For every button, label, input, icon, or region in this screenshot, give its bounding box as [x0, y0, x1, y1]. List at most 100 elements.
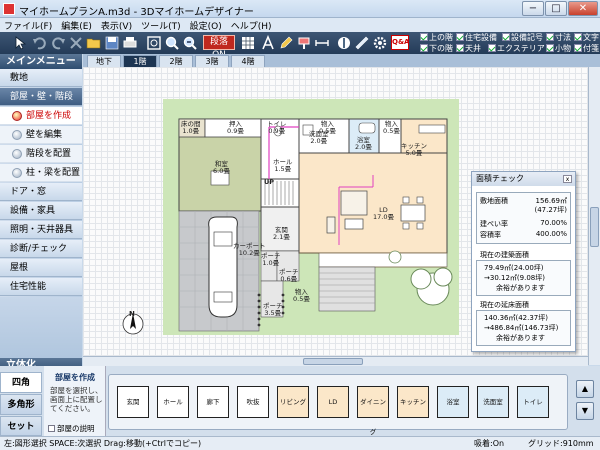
app-icon	[3, 3, 15, 15]
menu-view[interactable]: 表示(V)	[97, 18, 137, 32]
palette-washroom[interactable]: 洗面室	[477, 386, 509, 418]
sidebar-item-roof[interactable]: 屋根	[0, 259, 82, 277]
building-area-value: 79.49㎡(24.00坪)	[484, 264, 544, 272]
check-equipment[interactable]: 住宅設備	[456, 33, 497, 43]
palette-bathroom[interactable]: 浴室	[437, 386, 469, 418]
print-icon[interactable]	[122, 35, 138, 51]
pointer-icon[interactable]	[12, 35, 28, 51]
menu-tools[interactable]: ツール(T)	[137, 18, 186, 32]
room-label: 物入 0.5畳	[293, 288, 310, 303]
zoom-fit-icon[interactable]	[146, 35, 162, 51]
radio-icon	[12, 168, 22, 178]
vertical-scrollbar[interactable]	[588, 67, 600, 365]
room-label: 床の間 1.0畳	[181, 120, 201, 135]
sidebar-sub-create-room[interactable]: 部屋を作成	[0, 107, 82, 125]
palette-living[interactable]: リビング	[277, 386, 309, 418]
palette-entrance[interactable]: 玄関	[117, 386, 149, 418]
panel-close-button[interactable]: x	[563, 175, 572, 183]
grid-icon[interactable]	[240, 35, 256, 51]
dankaku-on-button[interactable]: 段落 ON	[203, 35, 235, 60]
sidebar-sub-edit-wall[interactable]: 壁を編集	[0, 126, 82, 144]
room-label: 物入 0.5畳	[383, 120, 400, 135]
palette-hall[interactable]: ホール	[157, 386, 189, 418]
sidebar-item-performance[interactable]: 住宅性能	[0, 278, 82, 296]
tab-floor-4[interactable]: 4階	[231, 55, 265, 67]
check-text[interactable]: 文字	[574, 33, 599, 43]
open-folder-icon[interactable]	[86, 35, 102, 51]
scroll-up-icon[interactable]: ▲	[576, 380, 594, 398]
ruler-icon[interactable]	[354, 35, 370, 51]
ld-area	[298, 152, 448, 254]
tab-floor-3[interactable]: 3階	[195, 55, 229, 67]
kitchen-counter-icon	[418, 124, 446, 134]
tab-floor-2[interactable]: 2階	[159, 55, 193, 67]
stair-up-label: UP	[264, 178, 275, 186]
sidebar-item-rooms-walls-stairs[interactable]: 部屋・壁・階段	[0, 88, 82, 106]
sidebar-item-equipment-furniture[interactable]: 設備・家具	[0, 202, 82, 220]
checkbox-checked-icon	[456, 44, 464, 52]
sidebar-sub-place-stairs[interactable]: 階段を配置	[0, 145, 82, 163]
check-lower-floor[interactable]: 下の階	[420, 44, 453, 54]
measure-icon[interactable]	[336, 35, 352, 51]
palette-corridor[interactable]: 廊下	[197, 386, 229, 418]
scroll-down-icon[interactable]: ▼	[576, 402, 594, 420]
palette-kitchen[interactable]: キッチン	[397, 386, 429, 418]
room-label: 和室 6.0畳	[213, 160, 230, 175]
minimize-button[interactable]: −	[522, 1, 544, 16]
room-description-checkbox[interactable]: 部屋の説明	[48, 423, 95, 434]
shape-tabs: 四角 多角形 セット	[0, 366, 42, 436]
status-hint: 左:図形選択 SPACE:次選択 Drag:移動(+Ctrlでコピー)	[4, 439, 202, 448]
sidebar-item-doors-windows[interactable]: ドア・窓	[0, 183, 82, 201]
save-icon[interactable]	[104, 35, 120, 51]
palette-atrium[interactable]: 吹抜	[237, 386, 269, 418]
coffee-table-icon	[344, 218, 364, 230]
qna-button[interactable]: Q&A	[391, 35, 409, 50]
undo-icon[interactable]	[32, 35, 48, 51]
close-button[interactable]: ✕	[568, 1, 598, 16]
panel-label: 敷地面積	[480, 197, 508, 205]
check-symbols[interactable]: 設備記号	[502, 33, 543, 43]
sidebar-sub-place-columns[interactable]: 柱・梁を配置	[0, 164, 82, 182]
sidebar-item-diagnosis[interactable]: 診断/チェック	[0, 240, 82, 258]
check-dimensions[interactable]: 寸法	[546, 33, 571, 43]
check-ceiling[interactable]: 天井	[456, 44, 481, 54]
text-icon[interactable]	[260, 35, 276, 51]
tab-floor-1[interactable]: 1階	[123, 55, 157, 67]
menu-edit[interactable]: 編集(E)	[57, 18, 97, 32]
menu-settings[interactable]: 設定(O)	[186, 18, 227, 32]
checkbox-checked-icon	[546, 33, 554, 41]
scroll-thumb[interactable]	[590, 207, 599, 247]
paint-icon[interactable]	[296, 35, 312, 51]
gear-icon[interactable]	[372, 35, 388, 51]
tab-basement[interactable]: 地下	[87, 55, 121, 67]
check-small-items[interactable]: 小物	[546, 44, 571, 54]
scroll-thumb[interactable]	[303, 358, 363, 365]
maximize-button[interactable]: □	[545, 1, 567, 16]
zoom-out-icon[interactable]	[182, 35, 198, 51]
pencil-icon[interactable]	[278, 35, 294, 51]
palette-ld[interactable]: LD	[317, 386, 349, 418]
chair-icon	[416, 196, 424, 204]
check-upper-floor[interactable]: 上の階	[420, 33, 453, 43]
display-checkboxes: 上の階 住宅設備 設備記号 寸法 文字 下の階 天井 エクステリア 小物 付箋	[418, 33, 600, 54]
checkbox-checked-icon	[574, 44, 582, 52]
sidebar-item-site[interactable]: 敷地	[0, 69, 82, 87]
check-sticky-notes[interactable]: 付箋	[574, 44, 599, 54]
tab-rectangle[interactable]: 四角	[0, 372, 42, 393]
dimension-icon[interactable]	[314, 35, 330, 51]
menu-file[interactable]: ファイル(F)	[0, 18, 57, 32]
menu-help[interactable]: ヘルプ(H)	[227, 18, 277, 32]
check-exterior[interactable]: エクステリア	[488, 44, 545, 54]
palette-dining[interactable]: ダイニング	[357, 386, 389, 436]
tab-set[interactable]: セット	[0, 416, 42, 436]
room-label: 物入 0.5畳	[319, 120, 336, 135]
palette-toilet[interactable]: トイレ	[517, 386, 549, 418]
zoom-in-icon[interactable]	[164, 35, 180, 51]
tab-polygon[interactable]: 多角形	[0, 394, 42, 415]
redo-icon[interactable]	[50, 35, 66, 51]
checkbox-checked-icon	[502, 33, 510, 41]
delete-icon[interactable]	[68, 35, 84, 51]
horizontal-scrollbar[interactable]	[83, 356, 588, 366]
sidebar-item-lighting[interactable]: 照明・天井器具	[0, 221, 82, 239]
radio-icon	[12, 111, 22, 121]
